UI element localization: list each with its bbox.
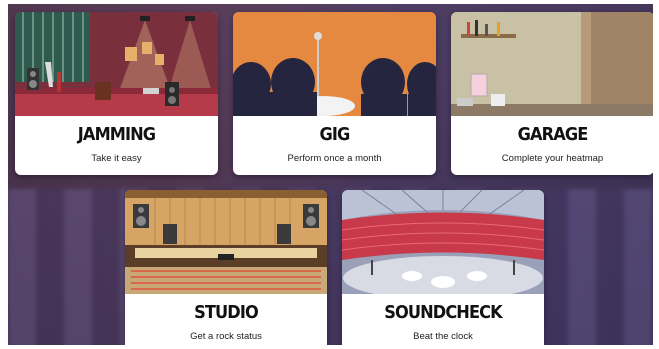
studio-illustration — [125, 190, 327, 294]
mode-card-garage[interactable]: GARAGE Complete your heatmap — [451, 12, 653, 175]
soundcheck-illustration — [342, 190, 544, 294]
mode-subtitle: Complete your heatmap — [501, 153, 604, 164]
mode-selection-panel: JAMMING Take it easy GIG Perform once a … — [8, 4, 653, 345]
mode-title: STUDIO — [194, 302, 259, 323]
mode-title: GARAGE — [517, 124, 589, 145]
mode-title: JAMMING — [77, 124, 156, 145]
background-pattern — [8, 189, 653, 345]
mode-card-jamming[interactable]: JAMMING Take it easy — [15, 12, 218, 175]
mode-title: SOUNDCHECK — [384, 302, 502, 323]
mode-card-studio[interactable]: STUDIO Get a rock status — [125, 190, 327, 345]
mode-subtitle: Take it easy — [91, 153, 142, 164]
mode-subtitle: Beat the clock — [413, 331, 473, 342]
garage-illustration — [451, 12, 653, 116]
mode-card-gig[interactable]: GIG Perform once a month — [233, 12, 436, 175]
mode-subtitle: Get a rock status — [190, 331, 262, 342]
mode-card-soundcheck[interactable]: SOUNDCHECK Beat the clock — [342, 190, 544, 345]
mode-subtitle: Perform once a month — [287, 153, 382, 164]
jamming-illustration — [15, 12, 218, 116]
gig-illustration — [233, 12, 436, 116]
mode-title: GIG — [319, 124, 351, 145]
